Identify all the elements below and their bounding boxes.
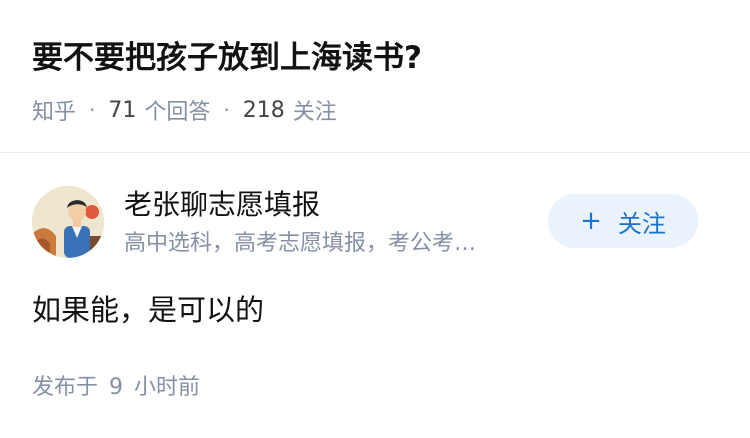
meta-separator: ·: [89, 98, 96, 122]
source-label[interactable]: 知乎: [32, 94, 76, 126]
answer-content[interactable]: 如果能，是可以的: [32, 290, 264, 330]
publish-hours: 9: [109, 375, 124, 400]
author-bio: 高中选科，高考志愿填报，考公考…: [124, 231, 477, 256]
answer-count-label: 个回答: [144, 100, 211, 125]
author-name[interactable]: 老张聊志愿填报: [124, 186, 320, 224]
author-avatar[interactable]: [32, 186, 104, 258]
question-meta: 知乎 · 71 个回答 · 218 关注: [32, 94, 337, 126]
question-header: 要不要把孩子放到上海读书? 知乎 · 71 个回答 · 218 关注: [0, 0, 750, 153]
plus-icon: +: [580, 206, 602, 236]
follow-button-label: 关注: [617, 209, 666, 238]
publish-suffix: 小时前: [134, 375, 201, 400]
follow-button[interactable]: + 关注: [548, 194, 698, 248]
follower-count-label: 关注: [292, 100, 337, 125]
publish-time: 发布于 9 小时前: [32, 372, 200, 404]
avatar-illustration-icon: [32, 186, 104, 258]
meta-separator: ·: [223, 98, 230, 122]
publish-prefix: 发布于: [32, 375, 99, 400]
answer-page: 要不要把孩子放到上海读书? 知乎 · 71 个回答 · 218 关注 老张聊志愿…: [0, 0, 750, 438]
question-title[interactable]: 要不要把孩子放到上海读书?: [32, 36, 422, 80]
author-row: 老张聊志愿填报 高中选科，高考志愿填报，考公考… + 关注: [32, 186, 718, 260]
follower-count: 218: [242, 97, 285, 123]
answer-count: 71: [108, 97, 137, 123]
